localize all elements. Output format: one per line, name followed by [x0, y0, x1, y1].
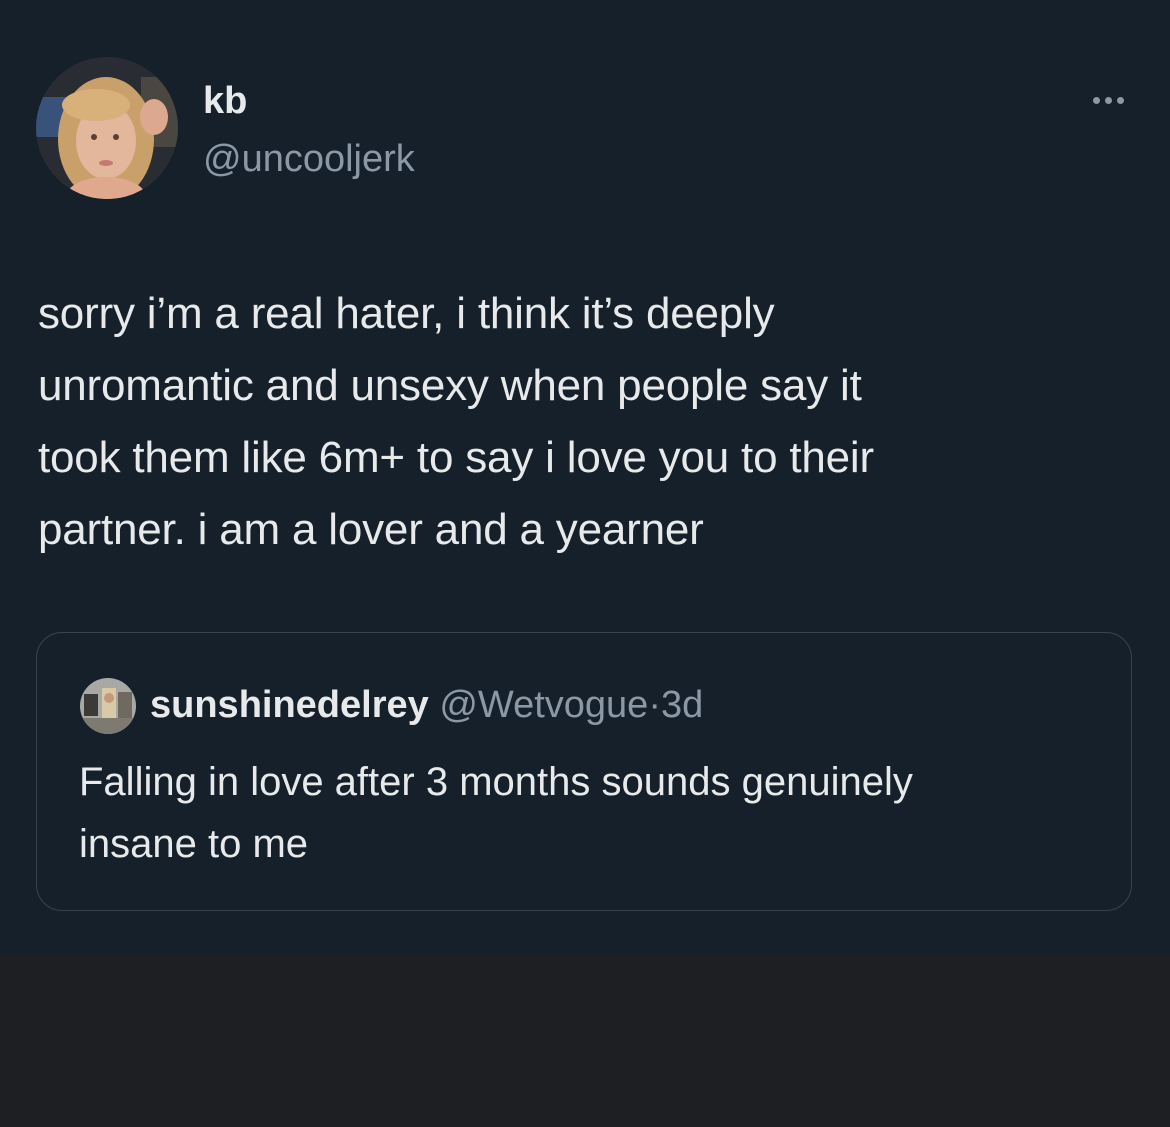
- quoted-author-display-name[interactable]: sunshinedelrey: [150, 684, 429, 726]
- more-horizontal-icon: [1092, 96, 1100, 104]
- more-horizontal-icon: [1116, 96, 1124, 104]
- tweet-text: sorry i’m a real hater, i think it’s dee…: [38, 289, 874, 554]
- more-horizontal-icon: [1104, 96, 1112, 104]
- quoted-author-avatar[interactable]: [80, 678, 136, 734]
- author-handle[interactable]: @uncooljerk: [203, 136, 415, 182]
- quoted-tweet-text: Falling in love after 3 months sounds ge…: [79, 760, 913, 866]
- quoted-tweet[interactable]: sunshinedelrey @Wetvogue·3d Falling in l…: [36, 632, 1132, 911]
- tweet-card: kb @uncooljerk sorry i’m a real hater, i…: [0, 0, 1170, 955]
- quoted-tweet-header: sunshinedelrey @Wetvogue·3d: [150, 681, 703, 729]
- quoted-tweet-timestamp[interactable]: 3d: [661, 684, 703, 726]
- author-display-name[interactable]: kb: [203, 78, 247, 124]
- more-options-button[interactable]: [1080, 86, 1136, 114]
- profile-photo-icon: [36, 57, 178, 199]
- profile-photo-icon: [80, 678, 136, 734]
- quoted-tweet-separator: ·: [648, 684, 661, 726]
- author-avatar[interactable]: [36, 57, 178, 199]
- quoted-author-handle[interactable]: @Wetvogue: [439, 684, 648, 726]
